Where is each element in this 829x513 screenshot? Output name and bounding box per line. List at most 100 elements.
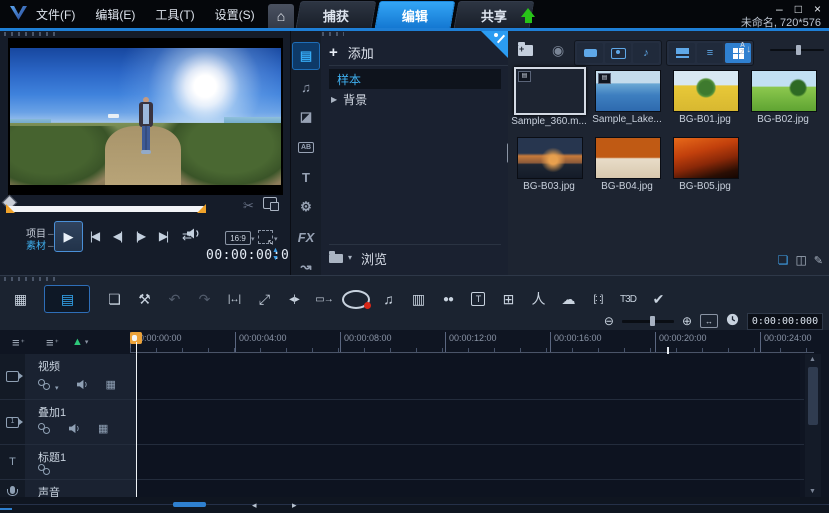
track-header[interactable]: 视频 ▾ ▦ [25,354,136,399]
menu-item[interactable]: 设置(S) [215,6,255,23]
trim-handle-start[interactable] [6,204,15,213]
library-item[interactable]: ▤ Sample_Lake... [588,67,666,131]
transition-library-icon[interactable]: ◪ [293,104,319,130]
library-item[interactable]: ▤ BG-B01.jpg [666,67,744,131]
folder-item[interactable]: 样本 [329,69,501,89]
title-3d-icon[interactable]: T3D [616,286,640,312]
track-manager-icon[interactable]: ≡⁺ [12,333,25,351]
scroll-right-icon[interactable]: ▸ [292,500,297,511]
link-icon[interactable] [38,423,51,434]
ripple-edit-icon[interactable]: ▦ [98,422,108,435]
import-media-icon[interactable] [518,45,533,56]
panel-drag-handle[interactable] [4,32,60,36]
expand-caret-icon[interactable]: ▶ [331,95,337,104]
play-button[interactable]: ▶ [54,221,83,252]
link-icon[interactable] [38,464,51,475]
track-content[interactable] [136,354,800,399]
scroll-up-icon[interactable]: ▲ [809,356,816,363]
mode-tab[interactable]: 编辑 [375,1,456,28]
track-type-strip[interactable]: 1 [0,400,25,444]
snapshot-icon[interactable] [263,197,277,209]
marquee-tool-icon[interactable] [258,230,273,244]
volume-icon[interactable] [186,227,201,240]
mask-creator-icon[interactable]: ☁ [556,286,580,312]
show-tracks-icon[interactable]: ≡⁺ [46,333,59,351]
playhead-line[interactable] [136,342,137,497]
horizontal-scrollbar[interactable]: ◂ ▸ [0,497,829,513]
clip-mode-label[interactable]: 素材– [26,237,54,252]
marquee-caret-icon[interactable]: ▾ [274,235,278,243]
library-item[interactable]: ▤ Sample_360.m... [510,67,588,131]
audio-library-icon[interactable]: ♫ [293,74,319,100]
filter-library-icon[interactable]: FX [293,224,319,250]
track-type-strip[interactable] [0,354,25,399]
multicam-editor-icon[interactable]: ▥ [406,286,430,312]
media-library-icon[interactable]: ▤ [292,42,320,70]
fit-project-icon[interactable]: |↔| [222,286,246,312]
split-clip-icon[interactable]: ◂|▸ [282,286,306,312]
video-360-icon[interactable]: [∷] [586,286,610,312]
scroll-down-icon[interactable]: ▼ [809,488,816,495]
duration-clock-icon[interactable] [726,313,739,329]
track-type-strip[interactable]: T [0,445,25,479]
link-icon[interactable] [38,379,51,390]
library-item[interactable]: ▤ BG-B04.jpg [588,134,666,198]
vscroll-thumb[interactable] [808,367,818,425]
edit-pencil-icon[interactable]: ✎ [814,254,823,267]
menu-item[interactable]: 编辑(E) [95,6,135,23]
storyboard-view-icon[interactable]: ▦ [8,286,32,312]
update-arrow-icon[interactable] [521,8,535,17]
prev-frame-button[interactable]: ◀| [109,229,125,243]
record-capture-icon[interactable] [342,290,370,309]
track-content[interactable] [136,445,800,479]
motion-tracking-icon[interactable]: 人 [526,286,550,312]
painting-creator-icon[interactable]: ✔ [646,286,670,312]
link-caret-icon[interactable]: ▾ [55,384,59,392]
view-thumbnail-button[interactable] [669,43,695,63]
library-item[interactable]: ▤ BG-B05.jpg [666,134,744,198]
track-volume-icon[interactable] [76,379,89,390]
mode-tab[interactable]: 捕获 [296,1,377,28]
library-panel-icon[interactable]: ❏ [778,253,789,267]
slider-thumb[interactable] [650,316,655,326]
menu-item[interactable]: 工具(T) [155,6,194,23]
zoom-in-icon[interactable]: ⊕ [682,314,692,328]
sound-mixer-icon[interactable]: ♫ [376,286,400,312]
vertical-scrollbar[interactable]: ▲ ▼ [805,354,821,497]
title-library-icon[interactable]: T [293,164,319,190]
library-item[interactable]: ▤ BG-B02.jpg [744,67,822,131]
undo-icon[interactable]: ↶ [162,286,186,312]
compare-view-icon[interactable]: ◫ [795,253,806,267]
redo-icon[interactable]: ↷ [192,286,216,312]
zoom-out-icon[interactable]: ⊖ [604,314,614,328]
split-scissors-icon[interactable]: ✂ [243,198,254,214]
scrub-bar[interactable] [8,206,204,212]
track-header[interactable]: 叠加1 ▾ ▦ [25,400,136,444]
go-start-button[interactable]: |◀ [86,229,102,243]
library-item[interactable]: ▤ BG-B03.jpg [510,134,588,198]
browse-bar[interactable]: 浏览 [329,244,501,271]
ripple-edit-icon[interactable]: ▦ [106,378,116,391]
filter-photo-button[interactable] [605,43,631,63]
track-content[interactable] [136,400,800,444]
hscroll-thumb[interactable] [173,502,206,507]
view-list-button[interactable]: ≡ [697,43,723,63]
timeline-zoom-slider[interactable] [622,320,674,323]
timecode-spinner[interactable]: ▲ ▼ [272,247,279,262]
aspect-ratio-select[interactable]: 16:9 [225,231,251,245]
library-disc-icon[interactable]: ◉ [552,42,564,59]
track-volume-icon[interactable] [68,423,81,434]
aspect-caret-icon[interactable]: ▾ [251,235,255,243]
track-header[interactable]: 标题1 ▾ ▦ [25,445,136,479]
split-screen-icon[interactable]: ⊞ [496,286,520,312]
fit-timeline-icon[interactable]: ↔ [700,314,718,328]
timeline-view-icon[interactable]: ▤ [44,285,90,313]
mix-tools-icon[interactable]: ⚒ [132,286,156,312]
subtitle-editor-icon[interactable]: T [466,286,490,312]
go-end-button[interactable]: ▶| [155,229,171,243]
folder-item[interactable]: ▶ 背景 [329,89,501,109]
panel-drag-handle[interactable] [4,277,60,281]
thumbnail-size-slider[interactable] [770,49,824,51]
next-frame-button[interactable]: |▶ [132,229,148,243]
menu-item[interactable]: 文件(F) [36,6,75,23]
